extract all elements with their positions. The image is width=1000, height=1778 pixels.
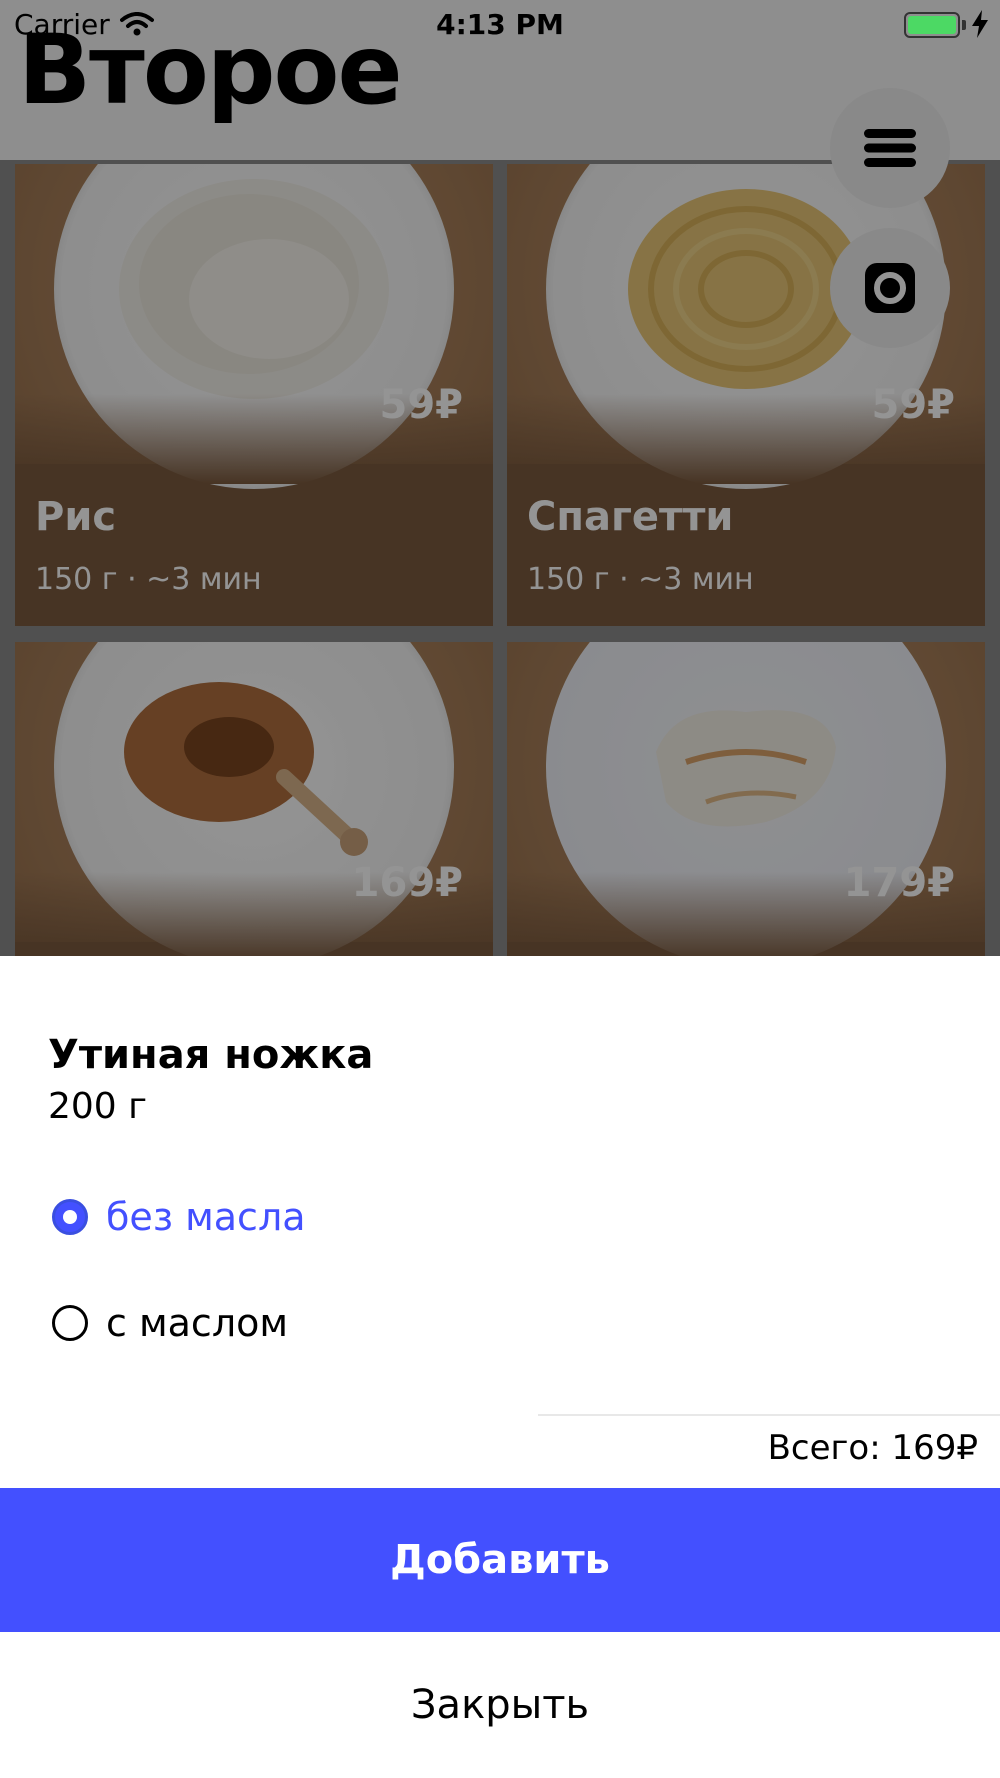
option-without-oil[interactable]: без масла <box>52 1192 306 1242</box>
item-title: Утиная ножка <box>48 1032 374 1078</box>
status-bar: Carrier 4:13 PM <box>0 0 1000 48</box>
add-button[interactable]: Добавить <box>0 1488 1000 1632</box>
battery-icon <box>904 12 960 38</box>
option-label: без масла <box>106 1195 306 1239</box>
product-options-sheet: Утиная ножка 200 г без масла с маслом Вс… <box>0 956 1000 1778</box>
total-price: Всего: 169₽ <box>767 1428 978 1468</box>
close-button[interactable]: Закрыть <box>0 1632 1000 1778</box>
radio-button[interactable] <box>52 1305 88 1341</box>
option-label: с маслом <box>106 1301 289 1345</box>
item-weight: 200 г <box>48 1086 148 1127</box>
divider <box>538 1414 1000 1416</box>
status-time: 4:13 PM <box>436 8 564 41</box>
charging-bolt-icon <box>972 10 988 38</box>
screen: Второе 59₽ Рис 150 г · ~3 мин 59₽ Спагет… <box>0 0 1000 1778</box>
option-with-oil[interactable]: с маслом <box>52 1298 288 1348</box>
radio-button-selected[interactable] <box>52 1199 88 1235</box>
